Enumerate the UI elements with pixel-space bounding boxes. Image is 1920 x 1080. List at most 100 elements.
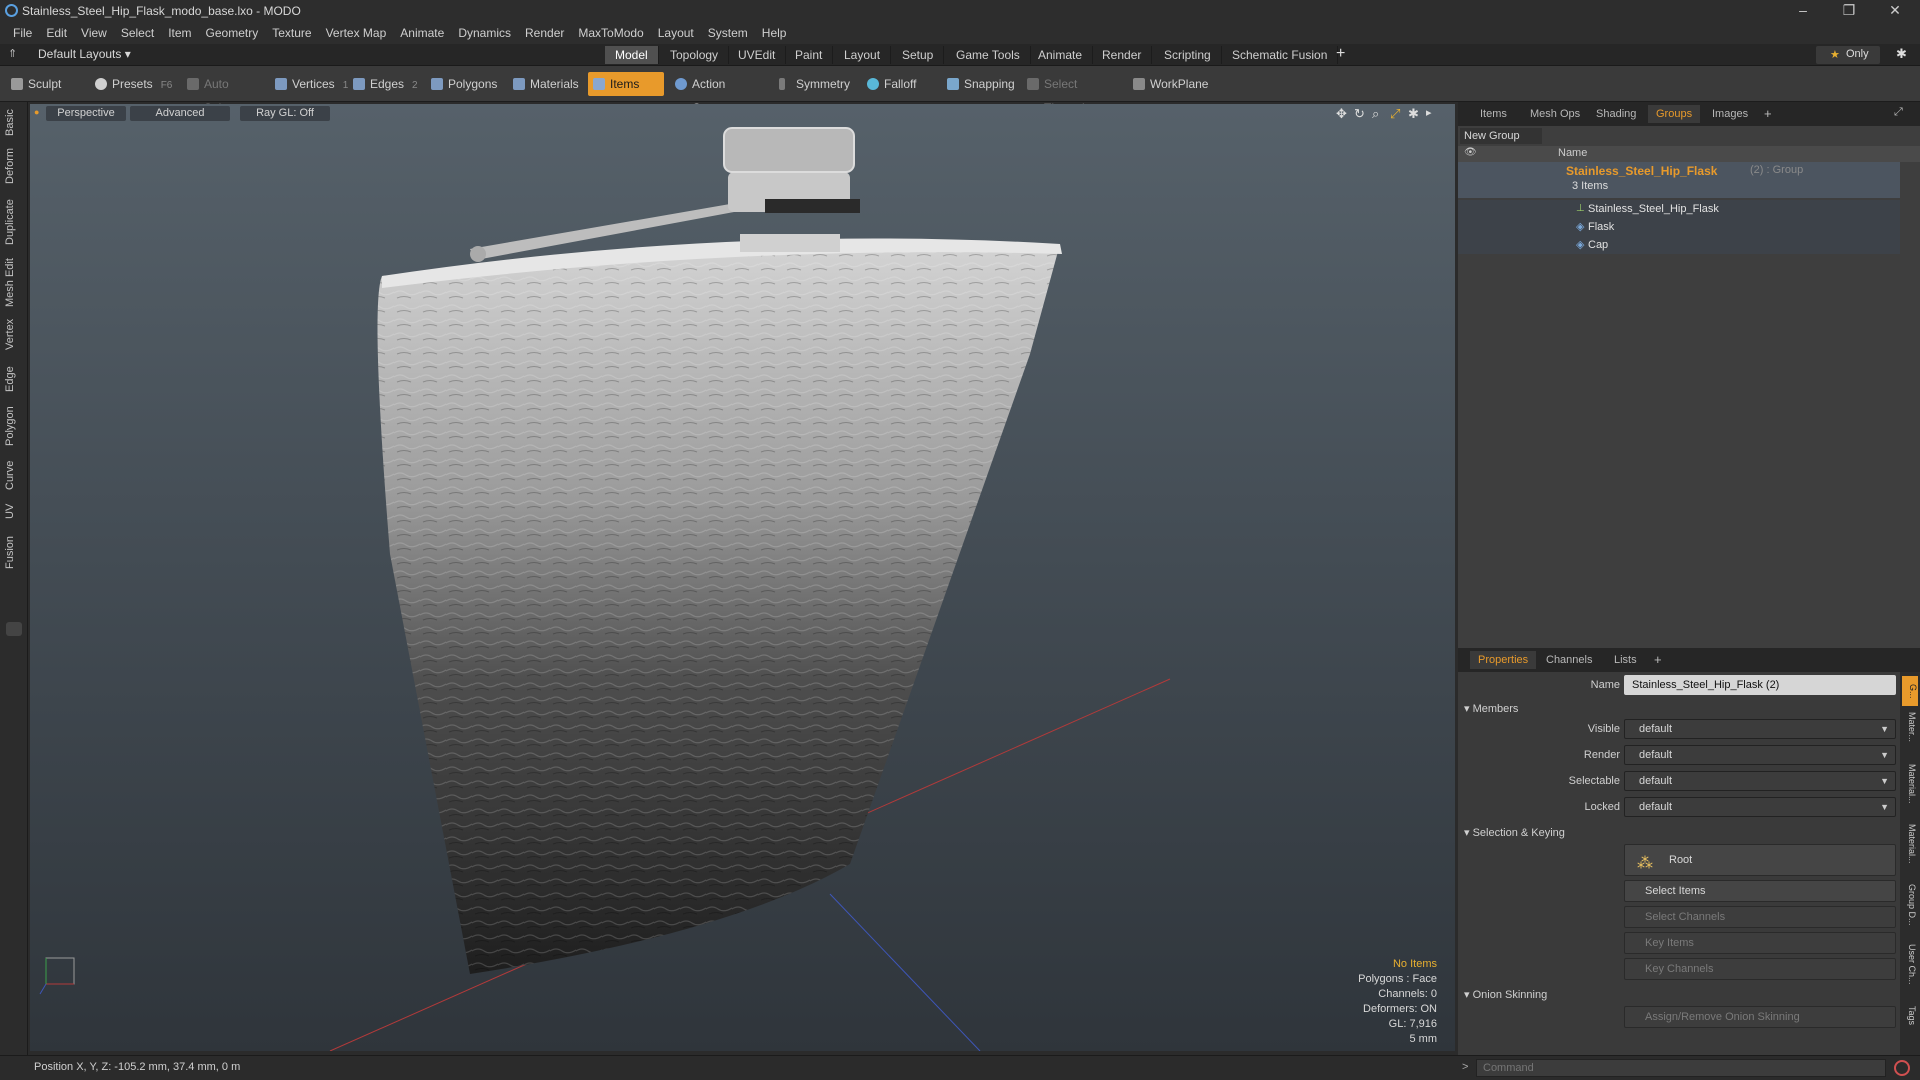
- locked-dropdown[interactable]: default ▼: [1624, 797, 1896, 817]
- tab-animate[interactable]: Animate: [1028, 46, 1094, 64]
- onion-skinning-header[interactable]: ▾ Onion Skinning: [1464, 988, 1547, 1001]
- menu-animate[interactable]: Animate: [400, 26, 444, 40]
- stop-icon[interactable]: [1894, 1060, 1910, 1076]
- tab-edge[interactable]: Edge: [4, 364, 22, 394]
- tab-duplicate[interactable]: Duplicate: [4, 196, 22, 248]
- tab-basic[interactable]: Basic: [4, 108, 22, 138]
- tab-render[interactable]: Render: [1092, 46, 1153, 64]
- menu-layout[interactable]: Layout: [658, 26, 694, 40]
- list-item[interactable]: ◈ Cap: [1458, 236, 1900, 254]
- menu-item[interactable]: Item: [168, 26, 191, 40]
- tab-model[interactable]: Model: [605, 46, 659, 64]
- panel-toggle[interactable]: [6, 622, 22, 636]
- side-tab-group[interactable]: G...: [1902, 676, 1918, 706]
- side-tab-user-channels[interactable]: User Ch...: [1903, 944, 1917, 998]
- key-items-button[interactable]: Key Items: [1624, 932, 1896, 954]
- materials-button[interactable]: Materials: [508, 72, 586, 96]
- symmetry-button[interactable]: Symmetry: [774, 72, 854, 96]
- items-button[interactable]: Items: [588, 72, 664, 96]
- tab-properties[interactable]: Properties: [1470, 651, 1537, 669]
- move-view-icon[interactable]: ✥: [1336, 106, 1347, 122]
- tab-deform[interactable]: Deform: [4, 146, 22, 186]
- visible-dropdown[interactable]: default ▼: [1624, 719, 1896, 739]
- tab-vertex[interactable]: Vertex: [4, 316, 22, 352]
- add-tab-button[interactable]: +: [1336, 45, 1345, 63]
- selectable-dropdown[interactable]: default ▼: [1624, 771, 1896, 791]
- layouts-dropdown[interactable]: Default Layouts ▾: [38, 47, 131, 61]
- new-group-button[interactable]: New Group: [1460, 128, 1542, 144]
- tab-curve[interactable]: Curve: [4, 458, 22, 492]
- tab-schematic-fusion[interactable]: Schematic Fusion: [1222, 46, 1339, 64]
- assign-onion-skinning-button[interactable]: Assign/Remove Onion Skinning: [1624, 1006, 1896, 1028]
- presets-button[interactable]: Presets F6: [90, 72, 172, 96]
- tab-fusion[interactable]: Fusion: [4, 532, 22, 572]
- menu-select[interactable]: Select: [121, 26, 154, 40]
- tab-mesh-edit[interactable]: Mesh Edit: [4, 258, 22, 308]
- tab-mesh-ops[interactable]: Mesh Ops: [1522, 105, 1588, 123]
- menu-render[interactable]: Render: [525, 26, 564, 40]
- minimize-button[interactable]: –: [1780, 0, 1826, 22]
- close-button[interactable]: ✕: [1872, 0, 1918, 22]
- menu-view[interactable]: View: [81, 26, 107, 40]
- falloff-button[interactable]: Falloff: [862, 72, 932, 96]
- viewport-settings-icon[interactable]: ✱: [1408, 106, 1419, 122]
- tab-paint[interactable]: Paint: [785, 46, 834, 64]
- restore-button[interactable]: ❐: [1826, 0, 1872, 22]
- tab-images[interactable]: Images: [1704, 105, 1756, 123]
- tab-channels[interactable]: Channels: [1538, 651, 1600, 669]
- tab-uv[interactable]: UV: [4, 500, 22, 522]
- members-header[interactable]: ▾ Members: [1464, 702, 1518, 715]
- side-tab-material-1[interactable]: Mater...: [1903, 712, 1917, 756]
- command-input[interactable]: [1476, 1059, 1886, 1077]
- side-tab-group-display[interactable]: Group D...: [1903, 884, 1917, 938]
- 3d-viewport[interactable]: ● Perspective Advanced Ray GL: Off ✥ ↻ ⌕…: [30, 104, 1455, 1051]
- menu-vertex-map[interactable]: Vertex Map: [326, 26, 387, 40]
- viewport-expand-icon[interactable]: ▸: [1426, 106, 1432, 119]
- tab-items[interactable]: Items: [1472, 105, 1515, 123]
- zoom-view-icon[interactable]: ⌕: [1372, 106, 1379, 122]
- tab-groups[interactable]: Groups: [1648, 105, 1701, 123]
- tab-setup[interactable]: Setup: [892, 46, 945, 64]
- menu-texture[interactable]: Texture: [272, 26, 311, 40]
- menu-geometry[interactable]: Geometry: [206, 26, 259, 40]
- menu-system[interactable]: System: [708, 26, 748, 40]
- edges-button[interactable]: Edges 2: [348, 72, 424, 96]
- menu-file[interactable]: File: [13, 26, 32, 40]
- group-row-selected[interactable]: Stainless_Steel_Hip_Flask (2) : Group 3 …: [1458, 162, 1900, 198]
- add-properties-tab[interactable]: +: [1654, 652, 1662, 667]
- tab-scripting[interactable]: Scripting: [1154, 46, 1222, 64]
- rotate-view-icon[interactable]: ↻: [1354, 106, 1365, 122]
- select-through-button[interactable]: Select Through: [1022, 72, 1126, 115]
- list-item[interactable]: ⊥ Stainless_Steel_Hip_Flask: [1458, 200, 1900, 218]
- viewport-menu-icon[interactable]: ●: [34, 107, 39, 117]
- tab-polygon[interactable]: Polygon: [4, 402, 22, 450]
- snapping-button[interactable]: Snapping: [942, 72, 1024, 96]
- collapse-icon[interactable]: ⇑: [8, 47, 17, 60]
- gear-icon[interactable]: ✱: [1896, 46, 1907, 62]
- tab-topology[interactable]: Topology: [660, 46, 730, 64]
- workplane-button[interactable]: WorkPlane: [1128, 72, 1212, 96]
- root-button[interactable]: ⁂ Root: [1624, 844, 1896, 876]
- side-tab-tags[interactable]: Tags: [1903, 1006, 1917, 1036]
- list-item[interactable]: ◈ Flask: [1458, 218, 1900, 236]
- tab-uvedit[interactable]: UVEdit: [728, 46, 787, 64]
- tab-lists[interactable]: Lists: [1606, 651, 1645, 669]
- menu-maxtomodo[interactable]: MaxToModo: [578, 26, 643, 40]
- select-items-button[interactable]: Select Items: [1624, 880, 1896, 902]
- render-dropdown[interactable]: default ▼: [1624, 745, 1896, 765]
- side-tab-material-2[interactable]: Material...: [1903, 764, 1917, 818]
- vertices-button[interactable]: Vertices 1: [270, 72, 348, 96]
- menu-dynamics[interactable]: Dynamics: [458, 26, 511, 40]
- raygl-button[interactable]: Ray GL: Off: [240, 106, 330, 121]
- selection-keying-header[interactable]: ▾ Selection & Keying: [1464, 826, 1565, 839]
- only-toggle[interactable]: ★ Only: [1816, 46, 1880, 64]
- perspective-button[interactable]: Perspective: [46, 106, 126, 121]
- fit-view-icon[interactable]: ⤢: [1390, 106, 1400, 122]
- name-field[interactable]: Stainless_Steel_Hip_Flask (2): [1624, 675, 1896, 695]
- tab-layout[interactable]: Layout: [834, 46, 892, 64]
- add-panel-tab[interactable]: +: [1764, 106, 1772, 121]
- action-center-button[interactable]: Action Center: [670, 72, 764, 115]
- tab-game-tools[interactable]: Game Tools: [946, 46, 1031, 64]
- polygons-button[interactable]: Polygons: [426, 72, 502, 96]
- select-channels-button[interactable]: Select Channels: [1624, 906, 1896, 928]
